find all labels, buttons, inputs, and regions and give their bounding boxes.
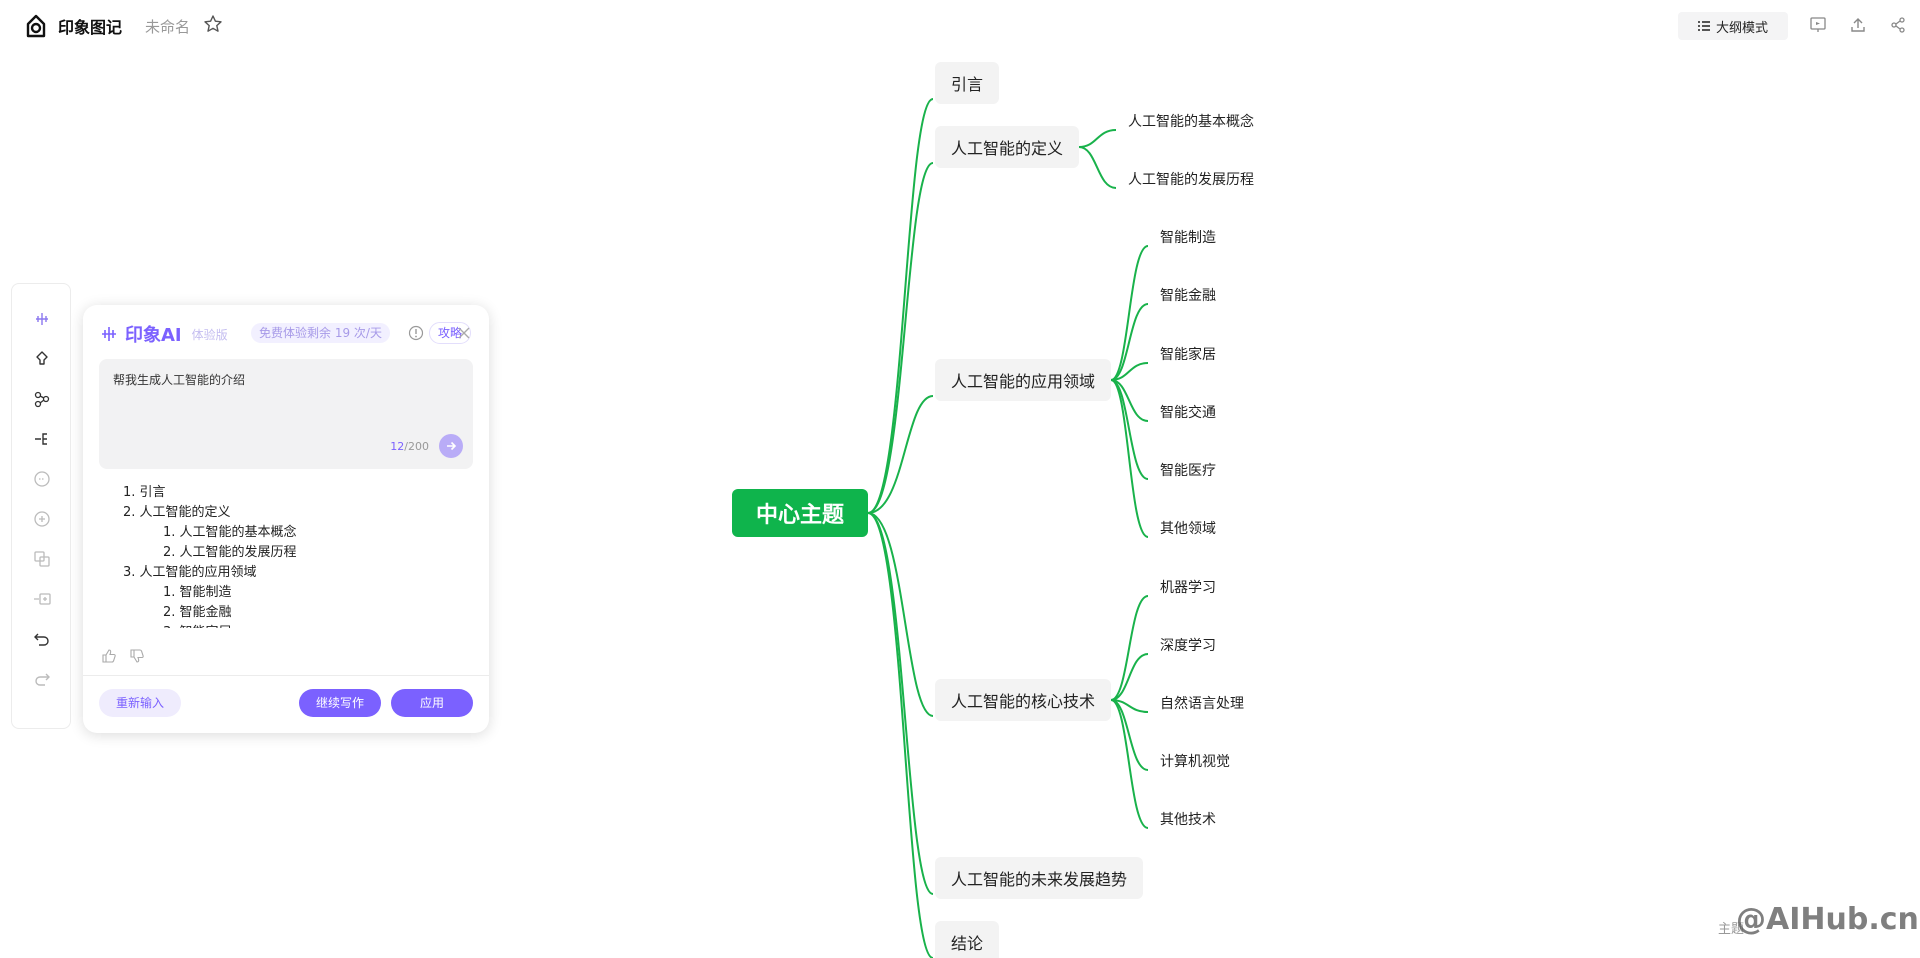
leaf-topic[interactable]: 人工智能的发展历程 xyxy=(1128,169,1254,189)
branch-topic[interactable]: 人工智能的定义 xyxy=(935,126,1080,168)
connector-line xyxy=(1110,699,1149,771)
leaf-topic[interactable]: 深度学习 xyxy=(1160,635,1216,655)
branch-topic[interactable]: 人工智能的未来发展趋势 xyxy=(935,857,1144,899)
leaf-topic[interactable]: 智能医疗 xyxy=(1160,460,1216,480)
leaf-topic[interactable]: 智能金融 xyxy=(1160,285,1216,305)
leaf-topic[interactable]: 智能家居 xyxy=(1160,344,1216,364)
connector-line xyxy=(1110,699,1149,829)
leaf-topic[interactable]: 智能交通 xyxy=(1160,402,1216,422)
branch-topic[interactable]: 人工智能的核心技术 xyxy=(935,679,1112,721)
leaf-topic[interactable]: 计算机视觉 xyxy=(1160,751,1230,771)
leaf-topic[interactable]: 其他技术 xyxy=(1160,809,1216,829)
mind-map-canvas: 中心主题 引言人工智能的定义 人工智能的基本概念 人工智能的发展历程人工智能的应用领… xyxy=(0,0,1920,958)
branch-topic[interactable]: 引言 xyxy=(935,62,1000,104)
branch-topic[interactable]: 人工智能的应用领域 xyxy=(935,359,1112,401)
connector-line xyxy=(1110,653,1149,701)
branch-topic[interactable]: 结论 xyxy=(935,921,1000,958)
leaf-topic[interactable]: 人工智能的基本概念 xyxy=(1128,111,1254,131)
leaf-topic[interactable]: 自然语言处理 xyxy=(1160,693,1244,713)
connector-line xyxy=(1078,146,1117,189)
connector-line xyxy=(867,395,934,514)
leaf-topic[interactable]: 机器学习 xyxy=(1160,577,1216,597)
connector-line xyxy=(1078,129,1117,148)
connector-line xyxy=(867,512,934,958)
leaf-topic[interactable]: 智能制造 xyxy=(1160,227,1216,247)
watermark: @AIHub.cn xyxy=(1736,902,1919,937)
leaf-topic[interactable]: 其他领域 xyxy=(1160,518,1216,538)
connector-line xyxy=(1110,245,1149,381)
central-topic[interactable]: 中心主题 xyxy=(732,489,868,537)
connector-line xyxy=(1110,595,1149,701)
connector-line xyxy=(867,98,934,514)
